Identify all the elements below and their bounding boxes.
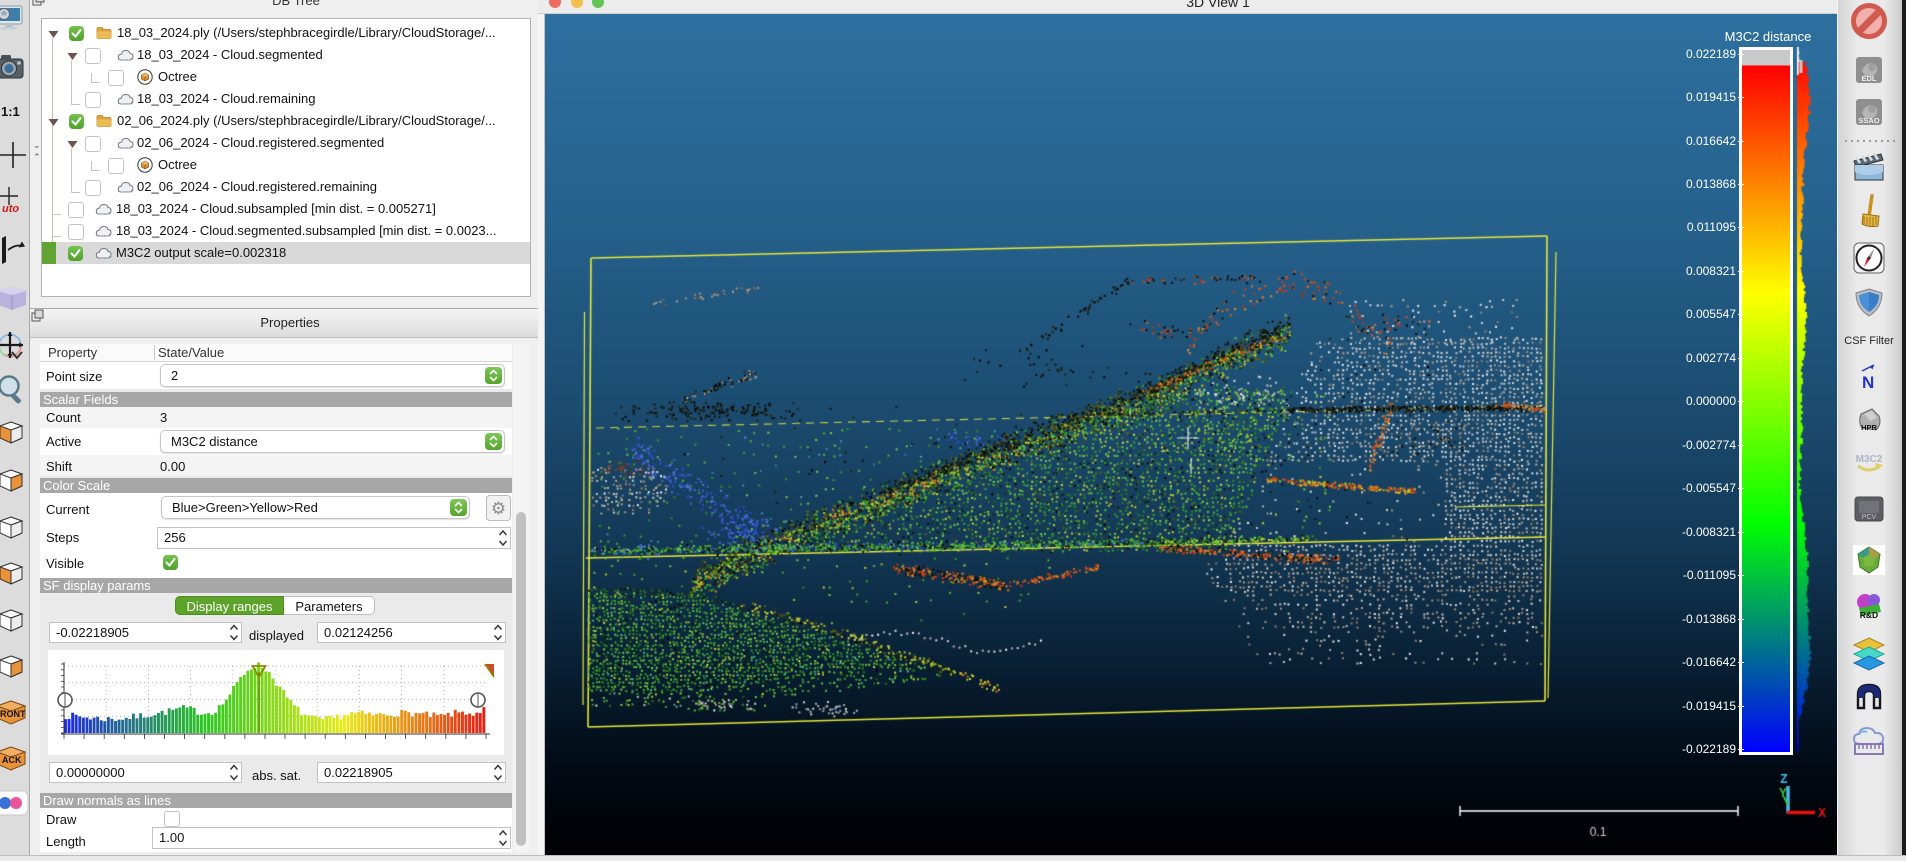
svg-text:SSAO: SSAO (1858, 116, 1879, 125)
svg-text:R&D: R&D (1860, 610, 1878, 620)
svg-text:PCV: PCV (1862, 514, 1877, 521)
svg-text:1:1: 1:1 (1, 104, 20, 119)
svg-text:M3C2: M3C2 (1856, 454, 1883, 465)
svg-text:EDL: EDL (1862, 74, 1877, 83)
svg-text:CSF Filter: CSF Filter (1844, 335, 1894, 347)
svg-text:ACK: ACK (2, 755, 22, 765)
svg-text:RONT: RONT (0, 709, 26, 719)
svg-text:HPR: HPR (1861, 423, 1877, 432)
svg-text:uto: uto (2, 203, 19, 215)
svg-text:N: N (1862, 373, 1874, 392)
